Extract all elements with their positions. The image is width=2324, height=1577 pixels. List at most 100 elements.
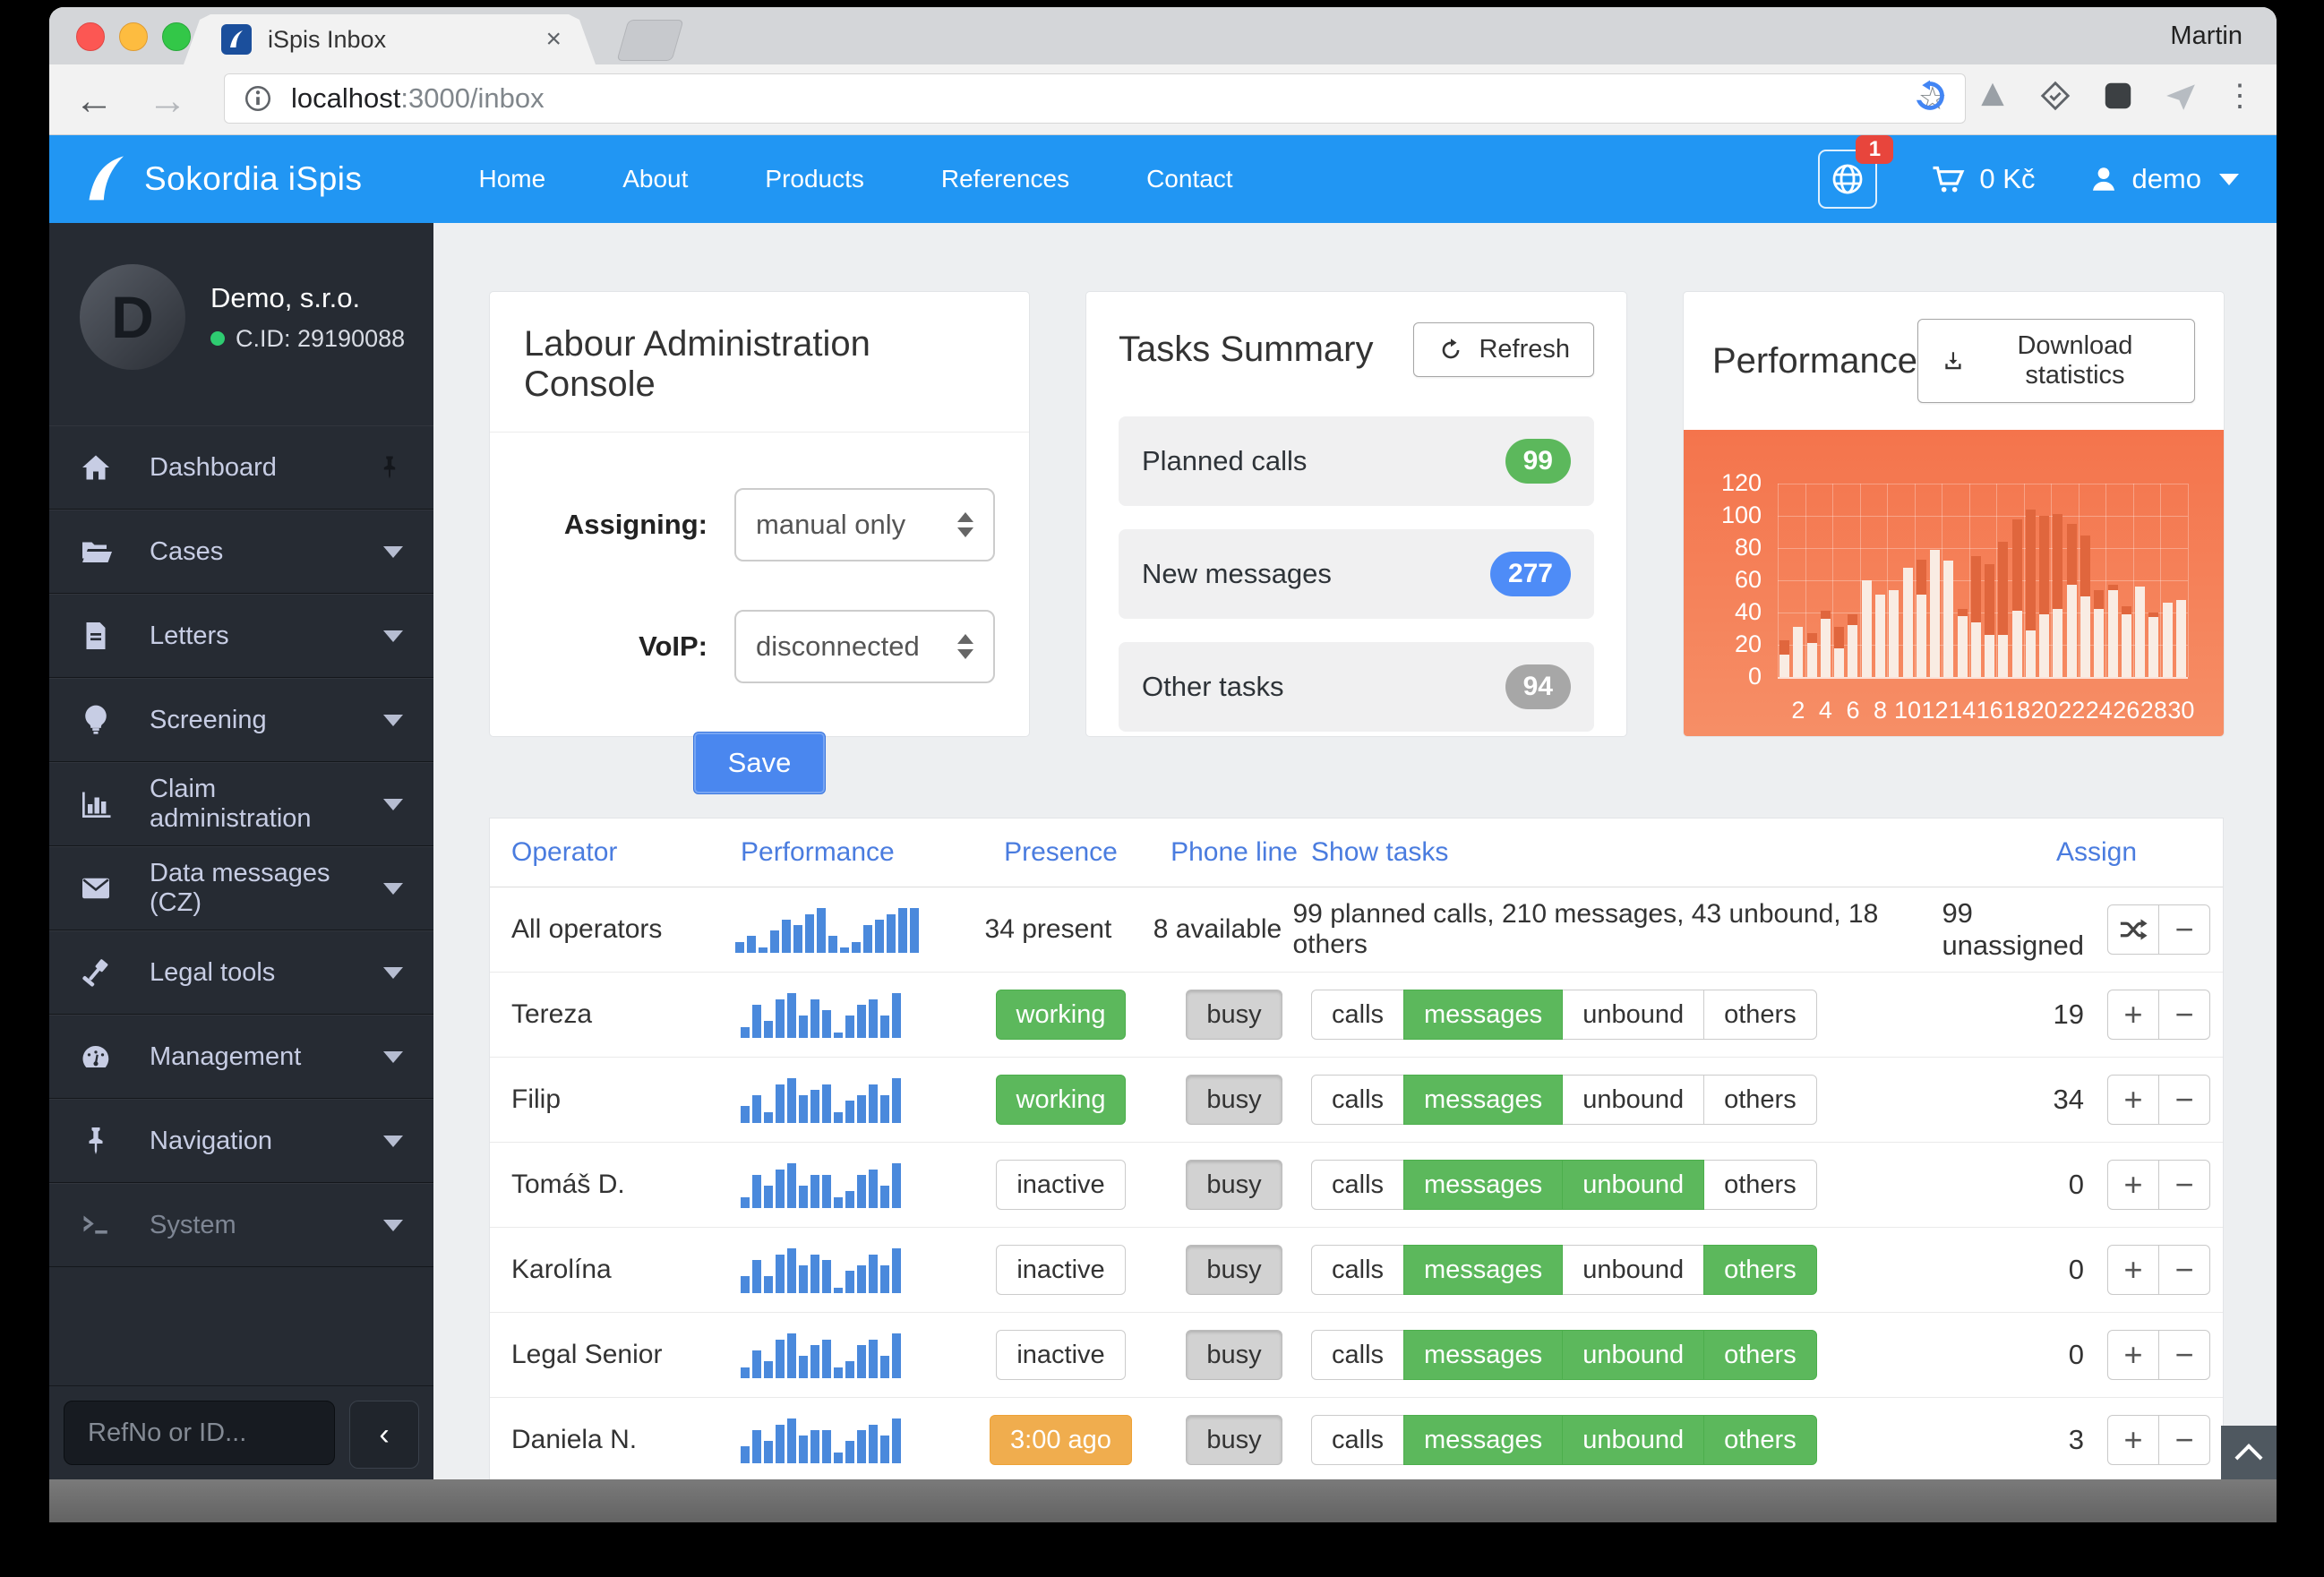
task-filter-others-button[interactable]: others — [1703, 990, 1817, 1040]
task-filter-unbound-button[interactable]: unbound — [1562, 1160, 1704, 1210]
sidebar-item-claim-administration[interactable]: Claim administration — [49, 762, 433, 846]
menu-item-contact[interactable]: Contact — [1146, 165, 1233, 193]
presence-button[interactable]: 3:00 ago — [990, 1415, 1132, 1465]
column-header-operator[interactable]: Operator — [490, 837, 741, 868]
menu-item-home[interactable]: Home — [479, 165, 546, 193]
phone-line-busy-button[interactable]: busy — [1186, 1330, 1282, 1380]
extension-send-icon[interactable] — [2162, 77, 2200, 115]
assign-plus-button[interactable]: + — [2107, 990, 2159, 1040]
extension-sync-icon[interactable] — [1911, 77, 1949, 115]
presence-button[interactable]: inactive — [996, 1245, 1125, 1295]
unassign-button[interactable]: − — [2158, 904, 2210, 955]
new-tab-button[interactable] — [616, 20, 683, 61]
page-info-icon[interactable] — [243, 83, 273, 114]
assign-minus-button[interactable]: − — [2158, 1075, 2210, 1125]
column-header-presence[interactable]: Presence — [965, 837, 1157, 868]
task-filter-others-button[interactable]: others — [1703, 1415, 1817, 1465]
phone-line-busy-button[interactable]: busy — [1186, 1160, 1282, 1210]
assign-plus-button[interactable]: + — [2107, 1415, 2159, 1465]
zoom-window-button[interactable] — [162, 22, 191, 51]
browser-profile-name[interactable]: Martin — [2170, 21, 2243, 51]
url-bar[interactable]: localhost:3000/inbox ☆ — [224, 73, 1966, 124]
assign-minus-button[interactable]: − — [2158, 1160, 2210, 1210]
assigning-select[interactable]: manual only — [734, 488, 995, 561]
task-filter-calls-button[interactable]: calls — [1311, 1075, 1404, 1125]
refno-search-input[interactable] — [64, 1401, 335, 1465]
shuffle-button[interactable] — [2107, 904, 2159, 955]
extension-shield-icon[interactable] — [1974, 77, 2011, 115]
sidebar-item-navigation[interactable]: Navigation — [49, 1099, 433, 1183]
close-window-button[interactable] — [76, 22, 105, 51]
refresh-button[interactable]: Refresh — [1413, 322, 1594, 377]
task-filter-messages-button[interactable]: messages — [1403, 1415, 1563, 1465]
scroll-top-button[interactable] — [2221, 1426, 2277, 1479]
assign-minus-button[interactable]: − — [2158, 1245, 2210, 1295]
column-header-assign[interactable]: Assign — [1976, 837, 2223, 868]
task-summary-row[interactable]: Planned calls99 — [1119, 416, 1594, 506]
task-filter-unbound-button[interactable]: unbound — [1562, 1330, 1704, 1380]
task-filter-others-button[interactable]: others — [1703, 1075, 1817, 1125]
assign-plus-button[interactable]: + — [2107, 1075, 2159, 1125]
column-header-performance[interactable]: Performance — [741, 837, 965, 868]
presence-button[interactable]: inactive — [996, 1160, 1125, 1210]
voip-select[interactable]: disconnected — [734, 610, 995, 683]
extension-tag-icon[interactable] — [2037, 77, 2074, 115]
menu-item-products[interactable]: Products — [765, 165, 864, 193]
assign-plus-button[interactable]: + — [2107, 1245, 2159, 1295]
assign-plus-button[interactable]: + — [2107, 1160, 2159, 1210]
sidebar-item-legal-tools[interactable]: Legal tools — [49, 930, 433, 1015]
task-filter-calls-button[interactable]: calls — [1311, 1330, 1404, 1380]
save-button[interactable]: Save — [693, 732, 827, 794]
assign-minus-button[interactable]: − — [2158, 1330, 2210, 1380]
task-filter-calls-button[interactable]: calls — [1311, 1245, 1404, 1295]
presence-button[interactable]: working — [996, 1075, 1127, 1125]
phone-line-busy-button[interactable]: busy — [1186, 990, 1282, 1040]
sidebar-item-management[interactable]: Management — [49, 1015, 433, 1099]
browser-menu-icon[interactable]: ⋮ — [2225, 78, 2255, 114]
task-filter-unbound-button[interactable]: unbound — [1562, 1245, 1704, 1295]
task-summary-row[interactable]: New messages277 — [1119, 529, 1594, 619]
task-filter-others-button[interactable]: others — [1703, 1160, 1817, 1210]
sidebar-item-system[interactable]: System — [49, 1183, 433, 1267]
sidebar-item-screening[interactable]: Screening — [49, 678, 433, 762]
sidebar-item-data-messages-cz[interactable]: Data messages (CZ) — [49, 846, 433, 930]
language-globe-button[interactable]: 1 — [1818, 150, 1877, 209]
task-filter-messages-button[interactable]: messages — [1403, 1075, 1563, 1125]
browser-tab[interactable]: iSpis Inbox × — [184, 14, 596, 64]
assign-minus-button[interactable]: − — [2158, 1415, 2210, 1465]
sidebar-item-dashboard[interactable]: Dashboard — [49, 425, 433, 510]
minimize-window-button[interactable] — [119, 22, 148, 51]
sidebar-collapse-button[interactable]: ‹ — [349, 1401, 419, 1469]
task-filter-calls-button[interactable]: calls — [1311, 990, 1404, 1040]
cart-button[interactable]: 0 Kč — [1931, 161, 2035, 197]
back-icon[interactable]: ← — [71, 74, 117, 128]
task-filter-messages-button[interactable]: messages — [1403, 1160, 1563, 1210]
presence-button[interactable]: working — [996, 990, 1127, 1040]
column-header-phone-line[interactable]: Phone line — [1157, 837, 1311, 868]
task-filter-unbound-button[interactable]: unbound — [1562, 1415, 1704, 1465]
download-statistics-button[interactable]: Download statistics — [1917, 319, 2195, 403]
presence-button[interactable]: inactive — [996, 1330, 1125, 1380]
task-filter-calls-button[interactable]: calls — [1311, 1160, 1404, 1210]
task-filter-messages-button[interactable]: messages — [1403, 1245, 1563, 1295]
task-filter-unbound-button[interactable]: unbound — [1562, 990, 1704, 1040]
assign-minus-button[interactable]: − — [2158, 990, 2210, 1040]
task-filter-others-button[interactable]: others — [1703, 1245, 1817, 1295]
task-filter-calls-button[interactable]: calls — [1311, 1415, 1404, 1465]
menu-item-about[interactable]: About — [622, 165, 688, 193]
task-filter-messages-button[interactable]: messages — [1403, 990, 1563, 1040]
sidebar-item-letters[interactable]: Letters — [49, 594, 433, 678]
task-filter-others-button[interactable]: others — [1703, 1330, 1817, 1380]
assign-plus-button[interactable]: + — [2107, 1330, 2159, 1380]
task-summary-row[interactable]: Other tasks94 — [1119, 642, 1594, 732]
sidebar-item-cases[interactable]: Cases — [49, 510, 433, 594]
phone-line-busy-button[interactable]: busy — [1186, 1415, 1282, 1465]
user-menu[interactable]: demo — [2088, 163, 2239, 195]
column-header-show-tasks[interactable]: Show tasks — [1311, 837, 1976, 868]
tab-close-icon[interactable]: × — [542, 24, 565, 55]
menu-item-references[interactable]: References — [941, 165, 1069, 193]
extension-dark-icon[interactable] — [2099, 77, 2137, 115]
task-filter-messages-button[interactable]: messages — [1403, 1330, 1563, 1380]
task-filter-unbound-button[interactable]: unbound — [1562, 1075, 1704, 1125]
phone-line-busy-button[interactable]: busy — [1186, 1075, 1282, 1125]
